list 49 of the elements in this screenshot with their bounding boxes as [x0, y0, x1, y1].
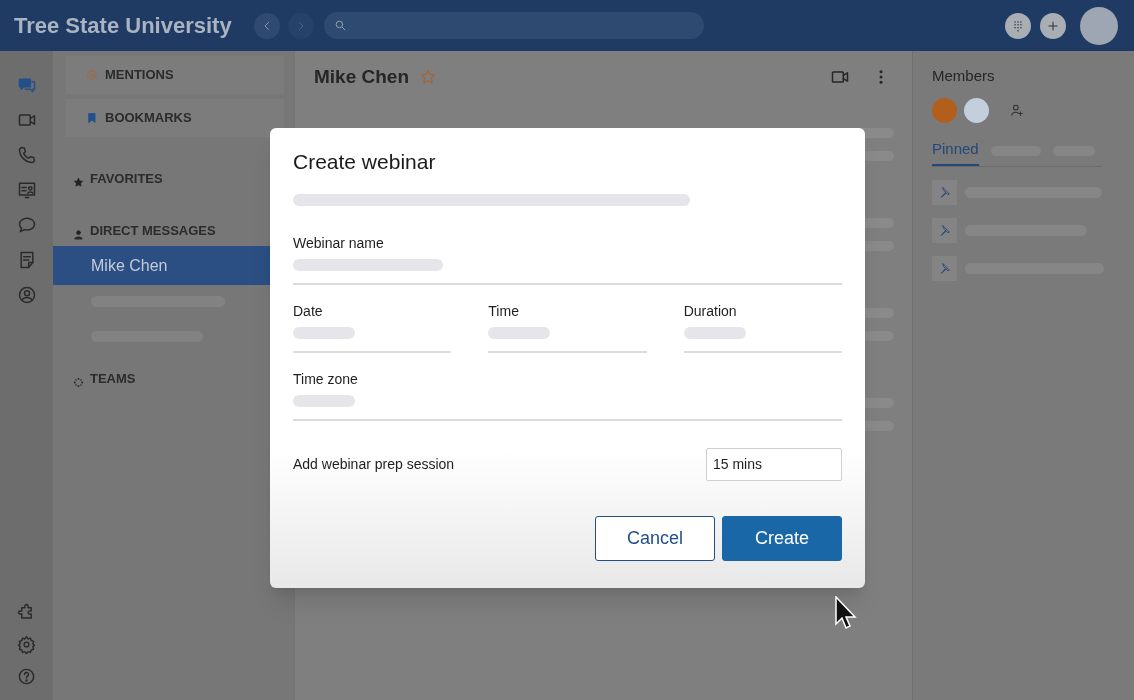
member-avatar[interactable]: [964, 97, 989, 123]
section-label: BOOKMARKS: [105, 109, 192, 128]
profile-icon[interactable]: [16, 284, 37, 305]
create-button[interactable]: Create: [722, 515, 842, 561]
search-field[interactable]: [323, 12, 704, 39]
field-label: Duration: [683, 301, 738, 319]
field-label: Time: [488, 301, 520, 319]
star-icon: [73, 177, 84, 188]
mouse-cursor-icon: [835, 596, 857, 630]
app-title: Tree State University: [14, 12, 232, 40]
add-person-icon[interactable]: [1010, 103, 1024, 117]
section-label[interactable]: FAVORITES: [90, 168, 163, 188]
person-icon: [73, 229, 84, 240]
section-label[interactable]: TEAMS: [90, 368, 136, 388]
section-label[interactable]: DIRECT MESSAGES: [90, 220, 216, 240]
sidebar-card[interactable]: BOOKMARKS: [66, 99, 284, 137]
section-label: MENTIONS: [105, 66, 174, 85]
pin-button[interactable]: [932, 180, 957, 205]
sidebar-card[interactable]: MENTIONS: [66, 56, 284, 94]
field-label: Time zone: [293, 369, 359, 387]
add-button[interactable]: [1040, 12, 1066, 39]
chat-title: Mike Chen: [314, 64, 410, 89]
phone-icon[interactable]: [16, 144, 37, 165]
dialpad-button[interactable]: [1005, 12, 1031, 39]
teams-icon: [73, 377, 84, 388]
input-field[interactable]: [683, 325, 842, 353]
at-icon: [86, 69, 98, 81]
settings-icon[interactable]: [17, 634, 36, 654]
members-title: Members: [932, 66, 996, 86]
field-label: Webinar name: [293, 233, 385, 251]
cancel-button[interactable]: Cancel: [595, 515, 715, 561]
prep-session-label: Add webinar prep session: [293, 454, 455, 474]
search-icon: [333, 19, 347, 32]
dialpad-icon: [1011, 18, 1025, 33]
input-field[interactable]: [293, 325, 452, 353]
field-label: Date: [293, 301, 324, 319]
pin-button[interactable]: [932, 256, 957, 281]
prep-session-field[interactable]: 15 mins: [706, 447, 842, 481]
bookmark-icon: [86, 112, 98, 124]
star-outline-icon[interactable]: [419, 68, 438, 86]
input-field[interactable]: [293, 393, 842, 421]
pinned-tab[interactable]: Pinned: [932, 137, 979, 166]
plus-icon: [1046, 18, 1060, 33]
pin-button[interactable]: [932, 218, 957, 243]
input-field[interactable]: [293, 257, 842, 285]
help-icon[interactable]: [17, 666, 36, 686]
input-field[interactable]: [488, 325, 647, 353]
dialog-title: Create webinar: [293, 149, 437, 175]
user-avatar[interactable]: [1080, 6, 1118, 45]
